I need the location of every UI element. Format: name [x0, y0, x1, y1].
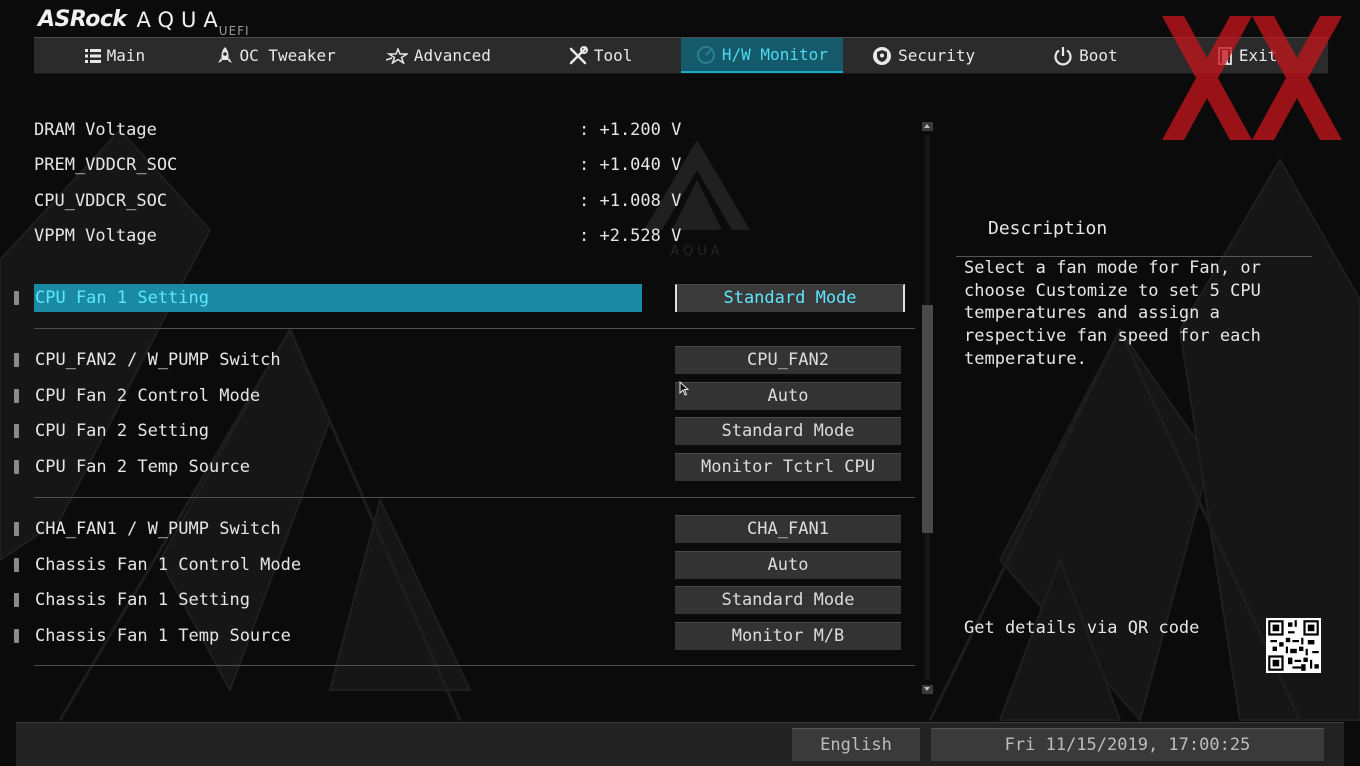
logo-product: AQUA — [136, 8, 225, 32]
reading-row: CPU_VDDCR_SOC : +1.008 V — [34, 186, 684, 216]
setting-row-cpu-fan2-control-mode[interactable]: CPU Fan 2 Control Mode Auto — [14, 382, 914, 410]
reading-label: PREM_VDDCR_SOC — [34, 155, 178, 175]
site-watermark-logo — [1162, 16, 1342, 140]
row-marker — [14, 389, 19, 403]
reading-row: DRAM Voltage : +1.200 V — [34, 115, 684, 145]
description-title: Description — [988, 218, 1108, 239]
row-marker — [14, 522, 19, 536]
logo-uefi: UEFI — [218, 24, 250, 38]
tab-label: Boot — [1079, 46, 1118, 65]
main-nav: Main OC Tweaker Advanced Tool H/W Monito… — [34, 37, 1328, 74]
setting-label[interactable]: CPU Fan 2 Control Mode — [34, 382, 642, 410]
datetime-display: Fri 11/15/2019, 17:00:25 — [931, 728, 1324, 761]
reading-label: VPPM Voltage — [34, 226, 157, 246]
tab-advanced[interactable]: Advanced — [358, 38, 520, 73]
mouse-cursor-icon — [679, 381, 689, 396]
row-marker — [14, 460, 19, 474]
section-divider — [34, 497, 915, 498]
setting-label[interactable]: Chassis Fan 1 Temp Source — [34, 622, 642, 650]
setting-row-cpu-fan1-setting[interactable]: CPU Fan 1 Setting Standard Mode — [14, 284, 914, 312]
tab-label: Advanced — [413, 46, 491, 65]
qr-label: Get details via QR code — [964, 618, 1200, 638]
row-marker — [14, 593, 19, 607]
setting-label[interactable]: Chassis Fan 1 Setting — [34, 586, 642, 614]
scroll-up-arrow-icon[interactable] — [922, 122, 933, 131]
tab-label: H/W Monitor — [721, 45, 828, 64]
tab-security[interactable]: Security — [843, 38, 1005, 73]
setting-row-cpu-fan2-switch[interactable]: CPU_FAN2 / W_PUMP Switch CPU_FAN2 — [14, 346, 914, 374]
logo-brand: ASRock — [38, 7, 127, 32]
setting-value-button[interactable]: Auto — [675, 551, 901, 579]
tab-label: OC Tweaker — [239, 46, 336, 65]
shield-icon — [873, 46, 892, 65]
row-marker — [14, 353, 19, 367]
reading-label: DRAM Voltage — [34, 120, 157, 140]
tab-main[interactable]: Main — [34, 38, 196, 73]
row-marker — [14, 424, 19, 438]
tools-icon — [569, 45, 588, 64]
asrock-logo: ASRock AQUA UEFI — [38, 6, 250, 38]
setting-value-button[interactable]: Standard Mode — [675, 417, 901, 445]
setting-row-chassis-fan1-control-mode[interactable]: Chassis Fan 1 Control Mode Auto — [14, 551, 914, 579]
setting-value-button[interactable]: Standard Mode — [675, 284, 905, 312]
tab-oc-tweaker[interactable]: OC Tweaker — [196, 38, 358, 73]
setting-row-cha-fan1-switch[interactable]: CHA_FAN1 / W_PUMP Switch CHA_FAN1 — [14, 515, 914, 543]
setting-label[interactable]: CHA_FAN1 / W_PUMP Switch — [34, 515, 642, 543]
setting-label[interactable]: CPU Fan 2 Temp Source — [34, 453, 642, 481]
section-divider — [34, 665, 915, 666]
setting-value-button[interactable]: CHA_FAN1 — [675, 515, 901, 543]
setting-value-button[interactable]: Monitor Tctrl CPU — [675, 453, 901, 481]
monitor-gauge-icon — [696, 45, 715, 64]
setting-value-button[interactable]: CPU_FAN2 — [675, 346, 901, 374]
rocket-icon — [218, 46, 233, 63]
setting-value-button[interactable]: Standard Mode — [675, 586, 901, 614]
tab-label: Security — [898, 46, 976, 65]
setting-row-cpu-fan2-temp-source[interactable]: CPU Fan 2 Temp Source Monitor Tctrl CPU — [14, 453, 914, 481]
row-marker — [14, 629, 19, 643]
description-text: Select a fan mode for Fan, or choose Cus… — [964, 258, 1261, 369]
tab-label: Tool — [593, 46, 633, 65]
setting-value-button[interactable]: Monitor M/B — [675, 622, 901, 650]
reading-value: : +1.040 V — [579, 155, 682, 175]
setting-row-chassis-fan1-temp-source[interactable]: Chassis Fan 1 Temp Source Monitor M/B — [14, 622, 914, 650]
reading-value: : +1.200 V — [579, 120, 682, 140]
reading-value: : +2.528 V — [579, 226, 682, 246]
row-marker — [14, 558, 19, 572]
tab-tool[interactable]: Tool — [519, 38, 681, 73]
tab-hw-monitor[interactable]: H/W Monitor — [681, 38, 843, 73]
reading-value: : +1.008 V — [579, 191, 682, 211]
setting-label[interactable]: CPU_FAN2 / W_PUMP Switch — [34, 346, 642, 374]
list-icon — [84, 48, 101, 63]
setting-label[interactable]: CPU Fan 1 Setting — [34, 284, 642, 312]
qr-code — [1266, 618, 1321, 673]
tab-boot[interactable]: Boot — [1005, 38, 1167, 73]
scroll-down-arrow-icon[interactable] — [922, 685, 933, 694]
language-button[interactable]: English — [792, 728, 920, 761]
section-divider — [34, 328, 915, 329]
setting-row-chassis-fan1-setting[interactable]: Chassis Fan 1 Setting Standard Mode — [14, 586, 914, 614]
setting-label[interactable]: CPU Fan 2 Setting — [34, 417, 642, 445]
setting-value-button[interactable]: Auto — [675, 382, 901, 410]
reading-label: CPU_VDDCR_SOC — [34, 191, 168, 211]
power-icon — [1054, 46, 1072, 65]
setting-row-cpu-fan2-setting[interactable]: CPU Fan 2 Setting Standard Mode — [14, 417, 914, 445]
setting-label[interactable]: Chassis Fan 1 Control Mode — [34, 551, 642, 579]
reading-row: VPPM Voltage : +2.528 V — [34, 221, 684, 251]
tab-label: Main — [106, 46, 146, 65]
scrollbar-thumb[interactable] — [922, 305, 933, 533]
reading-row: PREM_VDDCR_SOC : +1.040 V — [34, 150, 684, 180]
row-marker — [14, 291, 19, 305]
star-icon — [385, 47, 408, 64]
